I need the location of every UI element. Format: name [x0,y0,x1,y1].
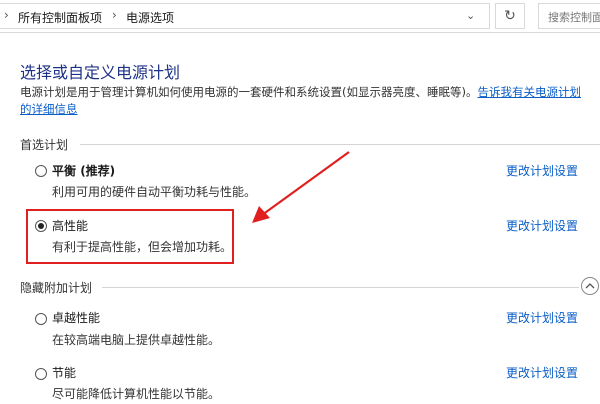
radio-power-saver[interactable] [35,368,47,380]
plan-desc-power-saver: 尽可能降低计算机性能以节能。 [52,387,221,401]
plan-desc-ultimate-performance: 在较高端电脑上提供卓越性能。 [52,333,221,347]
chevron-up-glyph [585,283,595,289]
hidden-plans-label: 隐藏附加计划 [20,281,93,295]
plan-name-power-saver: 节能 [52,366,77,380]
change-plan-settings-power-saver[interactable]: 更改计划设置 [506,364,578,381]
chevron-up-icon[interactable] [581,277,599,295]
plan-name-ultimate-performance: 卓越性能 [52,311,101,325]
group-divider [102,287,579,288]
change-plan-settings-ultimate-performance[interactable]: 更改计划设置 [506,309,578,326]
radio-ultimate-performance[interactable] [35,313,47,325]
